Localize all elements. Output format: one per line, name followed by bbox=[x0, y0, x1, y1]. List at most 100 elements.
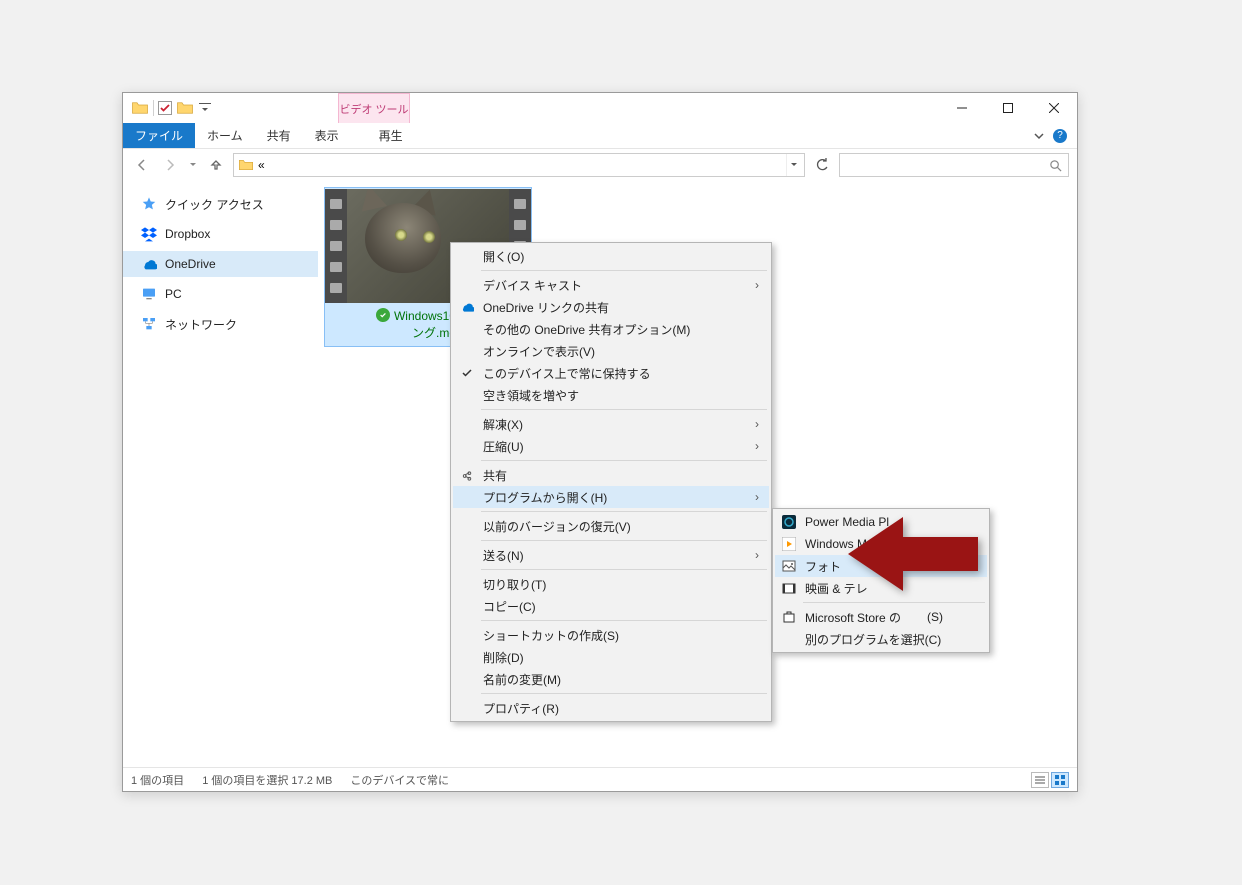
nav-recent-button[interactable] bbox=[187, 154, 199, 176]
menu-shortcut[interactable]: ショートカットの作成(S) bbox=[453, 624, 769, 646]
submenu-store[interactable]: Microsoft Store の(S) bbox=[775, 606, 987, 628]
photos-icon bbox=[781, 558, 797, 574]
status-item-count: 1 個の項目 bbox=[131, 772, 184, 788]
minimize-button[interactable] bbox=[939, 93, 985, 123]
menu-separator bbox=[803, 602, 985, 603]
refresh-button[interactable] bbox=[811, 154, 833, 176]
menu-separator bbox=[481, 569, 767, 570]
submenu-arrow-icon: › bbox=[755, 278, 759, 292]
nav-back-button[interactable] bbox=[131, 154, 153, 176]
menu-extract[interactable]: 解凍(X)› bbox=[453, 413, 769, 435]
menu-delete[interactable]: 削除(D) bbox=[453, 646, 769, 668]
submenu-arrow-icon: › bbox=[755, 439, 759, 453]
window-controls bbox=[939, 93, 1077, 123]
share-icon bbox=[459, 467, 475, 483]
folder-icon[interactable] bbox=[176, 99, 194, 117]
ribbon-tab-file[interactable]: ファイル bbox=[123, 123, 195, 148]
address-path: « bbox=[258, 158, 265, 172]
menu-send-to[interactable]: 送る(N)› bbox=[453, 544, 769, 566]
address-bar[interactable]: « bbox=[233, 153, 805, 177]
menu-onedrive-share[interactable]: OneDrive リンクの共有 bbox=[453, 296, 769, 318]
filmstrip-left bbox=[325, 189, 347, 303]
menu-separator bbox=[481, 620, 767, 621]
ribbon-tab-home[interactable]: ホーム bbox=[195, 123, 255, 148]
folder-icon bbox=[131, 99, 149, 117]
open-with-submenu: Power Media Pl Windows M フォト 映画 & テレ Mic… bbox=[772, 508, 990, 653]
checkmark-icon bbox=[459, 365, 475, 381]
menu-separator bbox=[481, 460, 767, 461]
menu-compress[interactable]: 圧縮(U)› bbox=[453, 435, 769, 457]
ribbon-tabs: ファイル ホーム 共有 表示 再生 ? bbox=[123, 123, 1077, 149]
search-box[interactable] bbox=[839, 153, 1069, 177]
submenu-choose[interactable]: 別のプログラムを選択(C) bbox=[775, 628, 987, 650]
menu-open-with[interactable]: プログラムから開く(H)› bbox=[453, 486, 769, 508]
help-icon[interactable]: ? bbox=[1053, 129, 1067, 143]
view-thumbnails-button[interactable] bbox=[1051, 772, 1069, 788]
submenu-power-media[interactable]: Power Media Pl bbox=[775, 511, 987, 533]
nav-forward-button[interactable] bbox=[159, 154, 181, 176]
network-icon bbox=[141, 316, 157, 332]
sync-badge-icon bbox=[376, 308, 390, 322]
menu-cast[interactable]: デバイス キャスト› bbox=[453, 274, 769, 296]
menu-open[interactable]: 開く(O) bbox=[453, 245, 769, 267]
sidebar-dropbox[interactable]: Dropbox bbox=[123, 221, 318, 247]
menu-view-online[interactable]: オンラインで表示(V) bbox=[453, 340, 769, 362]
menu-separator bbox=[481, 540, 767, 541]
sidebar-label: OneDrive bbox=[165, 257, 216, 271]
status-selected: 1 個の項目を選択 17.2 MB bbox=[202, 772, 332, 788]
menu-copy[interactable]: コピー(C) bbox=[453, 595, 769, 617]
ribbon-right: ? bbox=[1033, 123, 1077, 148]
onedrive-icon bbox=[141, 256, 157, 272]
menu-free-space[interactable]: 空き領域を増やす bbox=[453, 384, 769, 406]
menu-separator bbox=[481, 270, 767, 271]
sidebar-network[interactable]: ネットワーク bbox=[123, 311, 318, 337]
view-details-button[interactable] bbox=[1031, 772, 1049, 788]
submenu-movies-tv[interactable]: 映画 & テレ bbox=[775, 577, 987, 599]
context-menu: 開く(O) デバイス キャスト› OneDrive リンクの共有 その他の On… bbox=[450, 242, 772, 722]
menu-rename[interactable]: 名前の変更(M) bbox=[453, 668, 769, 690]
sidebar-quick-access[interactable]: クイック アクセス bbox=[123, 191, 318, 217]
wmp-icon bbox=[781, 536, 797, 552]
sidebar-label: PC bbox=[165, 287, 182, 301]
menu-restore[interactable]: 以前のバージョンの復元(V) bbox=[453, 515, 769, 537]
view-toggles bbox=[1031, 772, 1069, 788]
ribbon-tab-share[interactable]: 共有 bbox=[255, 123, 303, 148]
movies-tv-icon bbox=[781, 580, 797, 596]
submenu-windows-media[interactable]: Windows M bbox=[775, 533, 987, 555]
submenu-arrow-icon: › bbox=[755, 417, 759, 431]
pc-icon bbox=[141, 286, 157, 302]
dropbox-icon bbox=[141, 226, 157, 242]
checkbox-icon[interactable] bbox=[158, 101, 172, 115]
menu-onedrive-other[interactable]: その他の OneDrive 共有オプション(M) bbox=[453, 318, 769, 340]
ribbon-contextual-tab: ビデオ ツール bbox=[338, 93, 410, 123]
nav-row: « bbox=[123, 149, 1077, 181]
address-dropdown-icon[interactable] bbox=[786, 154, 800, 176]
close-button[interactable] bbox=[1031, 93, 1077, 123]
menu-share[interactable]: 共有 bbox=[453, 464, 769, 486]
onedrive-icon bbox=[459, 299, 475, 315]
menu-separator bbox=[481, 409, 767, 410]
sidebar-label: クイック アクセス bbox=[165, 196, 264, 213]
nav-up-button[interactable] bbox=[205, 154, 227, 176]
quick-access-toolbar bbox=[123, 99, 212, 117]
sidebar-label: ネットワーク bbox=[165, 316, 237, 333]
star-icon bbox=[141, 196, 157, 212]
ribbon-tab-view[interactable]: 表示 bbox=[303, 123, 351, 148]
sidebar-label: Dropbox bbox=[165, 227, 210, 241]
menu-cut[interactable]: 切り取り(T) bbox=[453, 573, 769, 595]
sidebar-onedrive[interactable]: OneDrive bbox=[123, 251, 318, 277]
ribbon-collapse-icon[interactable] bbox=[1033, 130, 1045, 142]
ribbon-tab-play[interactable]: 再生 bbox=[355, 123, 427, 148]
titlebar: ビデオ ツール bbox=[123, 93, 1077, 123]
qat-dropdown-icon[interactable] bbox=[198, 101, 212, 115]
submenu-arrow-icon: › bbox=[755, 548, 759, 562]
store-icon bbox=[781, 609, 797, 625]
maximize-button[interactable] bbox=[985, 93, 1031, 123]
menu-separator bbox=[481, 511, 767, 512]
search-icon bbox=[1049, 159, 1062, 172]
menu-always-keep[interactable]: このデバイス上で常に保持する bbox=[453, 362, 769, 384]
sidebar-pc[interactable]: PC bbox=[123, 281, 318, 307]
submenu-photos[interactable]: フォト bbox=[775, 555, 987, 577]
sidebar: クイック アクセス Dropbox OneDrive PC ネットワーク bbox=[123, 181, 318, 767]
menu-properties[interactable]: プロパティ(R) bbox=[453, 697, 769, 719]
